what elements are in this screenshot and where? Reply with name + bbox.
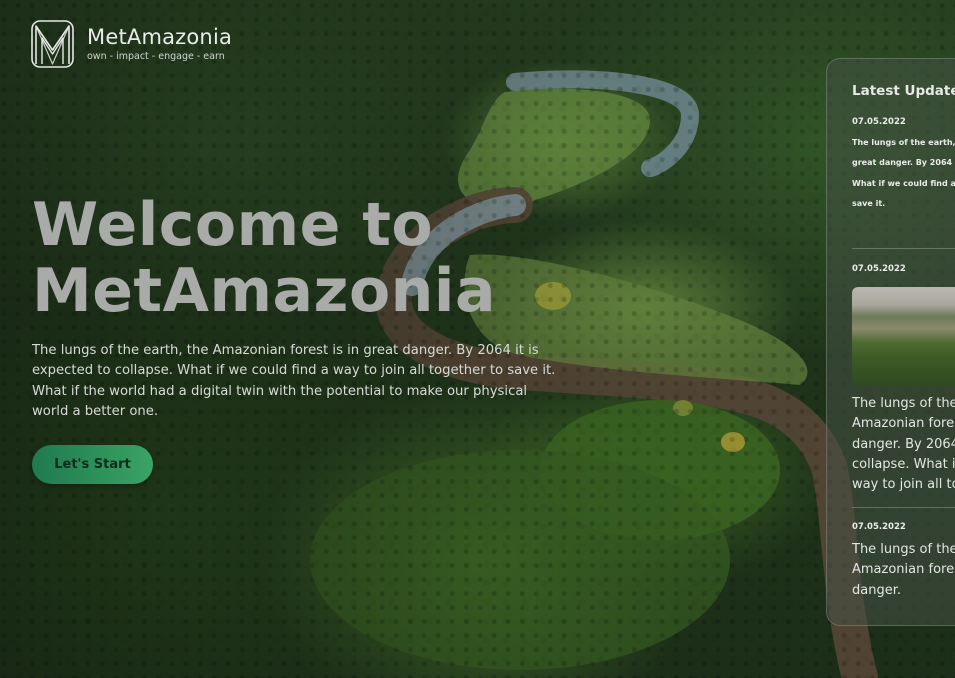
brand-name: MetAmazonia bbox=[87, 25, 233, 49]
update-date: 07.05.2022 bbox=[852, 117, 906, 127]
update-excerpt-line: save it. bbox=[852, 198, 886, 208]
forest-background-image bbox=[0, 0, 955, 678]
brand-text: MetAmazonia own - impact - engage - earn bbox=[87, 25, 232, 63]
update-excerpt-line: What if we could find a w bbox=[852, 178, 955, 188]
update-excerpt: The lungs of the Amazonian fores danger. bbox=[852, 540, 955, 601]
update-excerpt-line: The lungs of the earth, t bbox=[852, 138, 955, 147]
update-divider bbox=[852, 507, 955, 508]
hero-description: The lungs of the earth, the Amazonian fo… bbox=[32, 343, 556, 419]
brand-logo[interactable]: MetAmazonia own - impact - engage - earn bbox=[31, 20, 232, 68]
update-date: 07.05.2022 bbox=[852, 264, 906, 274]
hero-title-line-2: MetAmazonia bbox=[32, 256, 496, 326]
update-excerpt-line: The lungs of the bbox=[852, 396, 955, 411]
hero-title: Welcome to MetAmazonia bbox=[32, 192, 496, 324]
background-overlay bbox=[0, 0, 955, 678]
metamazonia-logo-icon bbox=[31, 20, 74, 68]
update-excerpt-line: collapse. What if bbox=[852, 456, 955, 472]
update-excerpt: The lungs of the Amazonian fores danger.… bbox=[852, 394, 955, 495]
update-divider bbox=[852, 248, 955, 249]
update-excerpt-line: great danger. By 2064 it bbox=[852, 158, 955, 168]
update-excerpt-line: way to join all to bbox=[852, 477, 955, 493]
update-excerpt-line: danger. bbox=[852, 582, 901, 598]
latest-updates-panel: Latest Updates 07.05.2022 The lungs of t… bbox=[826, 58, 955, 626]
brand-tagline: own - impact - engage - earn bbox=[87, 51, 225, 62]
update-excerpt-line: The lungs of the bbox=[852, 542, 955, 557]
river-illustration bbox=[310, 70, 878, 678]
update-excerpt-line: danger. By 2064 i bbox=[852, 436, 955, 452]
latest-updates-title: Latest Updates bbox=[852, 83, 955, 99]
update-excerpt-line: Amazonian fores bbox=[852, 416, 955, 432]
lets-start-button[interactable]: Let's Start bbox=[32, 445, 153, 484]
hero-title-line-1: Welcome to bbox=[32, 190, 434, 260]
update-excerpt-line: Amazonian fores bbox=[852, 562, 955, 578]
update-excerpt: The lungs of the earth, t great danger. … bbox=[852, 133, 955, 214]
update-thumbnail-image bbox=[852, 287, 955, 386]
update-date: 07.05.2022 bbox=[852, 522, 906, 532]
